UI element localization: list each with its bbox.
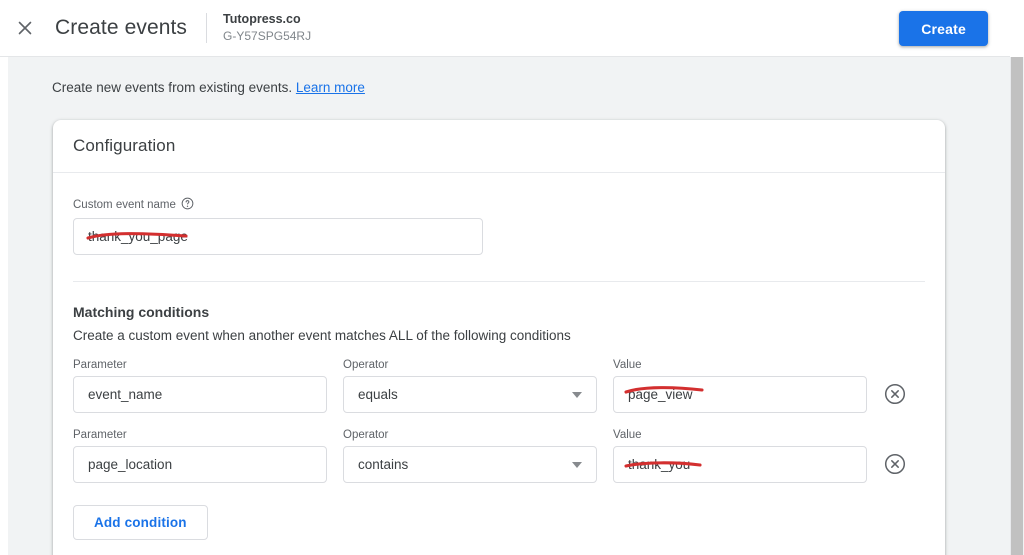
operator-select[interactable]: contains bbox=[343, 446, 597, 483]
value-value: thank_you bbox=[628, 457, 691, 472]
operator-select[interactable]: equals bbox=[343, 376, 597, 413]
condition-value-group: Value page_view bbox=[613, 359, 867, 413]
intro-description: Create new events from existing events. bbox=[52, 80, 293, 95]
configuration-card: Configuration Custom event name thank_yo… bbox=[53, 120, 945, 555]
value-input[interactable]: thank_you bbox=[613, 446, 867, 483]
matching-conditions-description: Create a custom event when another event… bbox=[73, 328, 571, 343]
parameter-input[interactable]: event_name bbox=[73, 376, 327, 413]
scrollbar-thumb[interactable] bbox=[1011, 57, 1023, 555]
parameter-label: Parameter bbox=[73, 359, 127, 371]
operator-label: Operator bbox=[343, 429, 389, 441]
add-condition-button[interactable]: Add condition bbox=[73, 505, 208, 540]
parameter-value: event_name bbox=[88, 387, 163, 402]
help-circle-icon[interactable] bbox=[181, 197, 194, 213]
remove-circle-icon bbox=[884, 383, 906, 405]
parameter-input[interactable]: page_location bbox=[73, 446, 327, 483]
configuration-card-body: Custom event name thank_you_page Matchin… bbox=[53, 173, 945, 540]
property-selector[interactable]: Tutopress.co G-Y57SPG54RJ bbox=[223, 12, 311, 44]
app-header: Create events Tutopress.co G-Y57SPG54RJ … bbox=[0, 0, 1010, 57]
close-icon bbox=[15, 18, 35, 38]
value-value: page_view bbox=[628, 387, 693, 402]
conditions-list: Parameter event_name Operator equals Val… bbox=[73, 359, 925, 483]
operator-value: contains bbox=[358, 457, 409, 472]
property-name: Tutopress.co bbox=[223, 12, 301, 27]
value-input[interactable]: page_view bbox=[613, 376, 867, 413]
page-canvas: Create new events from existing events. … bbox=[8, 57, 1010, 555]
condition-parameter-group: Parameter page_location bbox=[73, 429, 327, 483]
operator-label: Operator bbox=[343, 359, 389, 371]
condition-value-group: Value thank_you bbox=[613, 429, 867, 483]
property-id: G-Y57SPG54RJ bbox=[223, 28, 312, 43]
learn-more-link[interactable]: Learn more bbox=[296, 80, 365, 95]
matching-conditions-title: Matching conditions bbox=[73, 304, 210, 320]
parameter-label: Parameter bbox=[73, 429, 127, 441]
chevron-down-icon bbox=[572, 391, 582, 398]
custom-event-name-block: Custom event name thank_you_page bbox=[73, 173, 925, 255]
chevron-down-icon bbox=[572, 461, 582, 468]
section-divider bbox=[73, 281, 925, 282]
value-label: Value bbox=[613, 429, 642, 441]
condition-operator-group: Operator equals bbox=[343, 359, 597, 413]
value-label: Value bbox=[613, 359, 642, 371]
remove-condition-button[interactable] bbox=[883, 452, 907, 476]
condition-row: Parameter page_location Operator contain… bbox=[73, 429, 925, 483]
configuration-card-header: Configuration bbox=[53, 120, 945, 173]
intro-text: Create new events from existing events. … bbox=[52, 80, 365, 95]
header-divider bbox=[206, 13, 208, 43]
condition-parameter-group: Parameter event_name bbox=[73, 359, 327, 413]
scrollbar-track[interactable] bbox=[1010, 57, 1024, 555]
operator-value: equals bbox=[358, 387, 398, 402]
configuration-title: Configuration bbox=[73, 136, 176, 155]
remove-circle-icon bbox=[884, 453, 906, 475]
custom-event-name-value: thank_you_page bbox=[88, 229, 188, 244]
create-button[interactable]: Create bbox=[899, 11, 988, 46]
custom-event-name-label: Custom event name bbox=[73, 199, 176, 211]
page-title: Create events bbox=[55, 16, 188, 39]
custom-event-name-label-row: Custom event name bbox=[73, 197, 925, 213]
custom-event-name-input[interactable]: thank_you_page bbox=[73, 218, 483, 255]
condition-row: Parameter event_name Operator equals Val… bbox=[73, 359, 925, 413]
create-events-screen: Create events Tutopress.co G-Y57SPG54RJ … bbox=[0, 0, 1024, 555]
condition-operator-group: Operator contains bbox=[343, 429, 597, 483]
parameter-value: page_location bbox=[88, 457, 173, 472]
remove-condition-button[interactable] bbox=[883, 382, 907, 406]
close-button[interactable] bbox=[4, 7, 46, 49]
